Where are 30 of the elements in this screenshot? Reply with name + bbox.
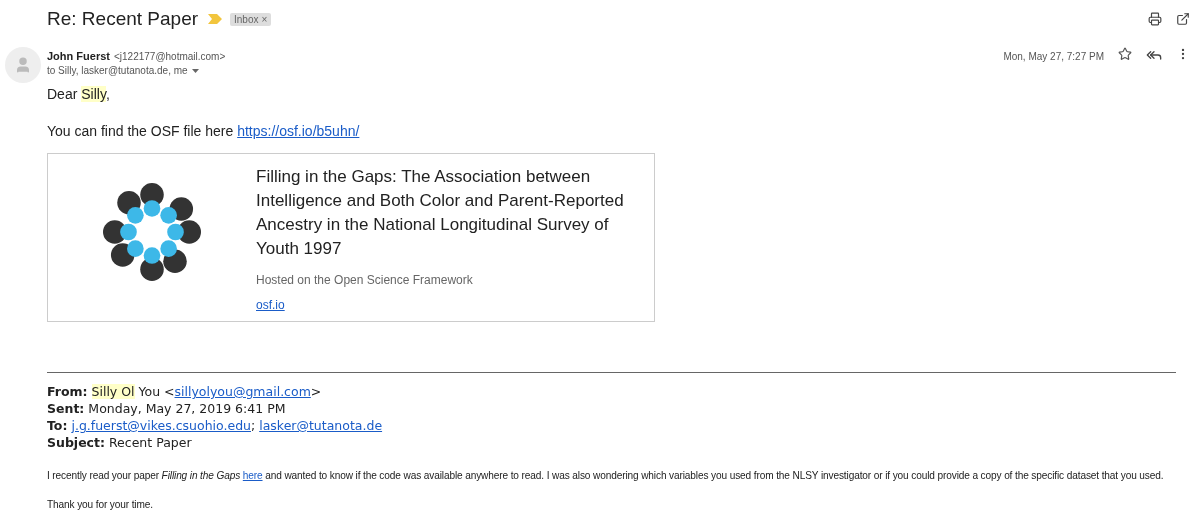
link-preview-card[interactable]: Filling in the Gaps: The Association between Intelligence and Both Color and Parent-Reported Ancestry in the National Longitudinal Survey of Youth 1997 Hosted on the Open Science Framework osf.io bbox=[47, 153, 655, 322]
sender-email: <j122177@hotmail.com> bbox=[113, 51, 226, 62]
preview-description: Hosted on the Open Science Framework bbox=[256, 273, 474, 287]
preview-title: Filling in the Gaps: The Association between Intelligence and Both Color and Parent-Reported Ancestry in the National Longitudinal Survey of Youth 1997 bbox=[256, 166, 625, 260]
quoted-header-line: From: Silly Ol You <sillyolyou@gmail.com> bbox=[47, 383, 323, 400]
remove-label-button[interactable]: × bbox=[261, 13, 268, 25]
star-icon[interactable] bbox=[1118, 47, 1132, 61]
link[interactable]: sillyolyou@gmail.com bbox=[174, 384, 311, 399]
email-subject: Re: Recent Paper bbox=[47, 8, 199, 30]
caret-icon[interactable] bbox=[191, 68, 199, 73]
label-badge[interactable]: Inbox × bbox=[230, 12, 272, 26]
link[interactable]: here bbox=[242, 470, 263, 481]
sender-name: John Fuerst bbox=[47, 50, 110, 62]
message-text: You can find the OSF file here https://osf.io/b5uhn/ bbox=[47, 122, 361, 140]
quoted-header-line: To: j.g.fuerst@vikes.csuohio.edu; lasker@tutanota.de bbox=[47, 417, 384, 434]
quoted-header-line: Subject: Recent Paper bbox=[47, 434, 193, 451]
message-date: Mon, May 27, 7:27 PM bbox=[1003, 51, 1104, 62]
avatar-icon bbox=[5, 47, 41, 83]
importance-marker-icon[interactable] bbox=[208, 14, 223, 24]
print-icon[interactable] bbox=[1148, 12, 1162, 26]
recipients: to Silly, lasker@tutanota.de, me bbox=[47, 65, 188, 76]
quoted-paragraph: Thank you for your time. bbox=[47, 498, 154, 512]
external-link-icon[interactable] bbox=[1176, 12, 1190, 26]
link[interactable]: lasker@tutanota.de bbox=[259, 418, 383, 433]
quoted-header-line: Sent: Monday, May 27, 2019 6:41 PM bbox=[47, 400, 287, 417]
link[interactable]: j.g.fuerst@vikes.csuohio.edu bbox=[71, 418, 251, 433]
quoted-paragraph: I recently read your paper Filling in the Gaps here and wanted to know if the code was available anywhere to read. I was also wondering which variables you used from the NLSY investigator or if you could provide a copy of the specific dataset that you used. bbox=[47, 469, 1165, 483]
greeting-text: Dear Silly, bbox=[47, 85, 111, 103]
preview-link[interactable]: osf.io bbox=[256, 298, 285, 312]
link[interactable]: https://osf.io/b5uhn/ bbox=[237, 123, 360, 139]
